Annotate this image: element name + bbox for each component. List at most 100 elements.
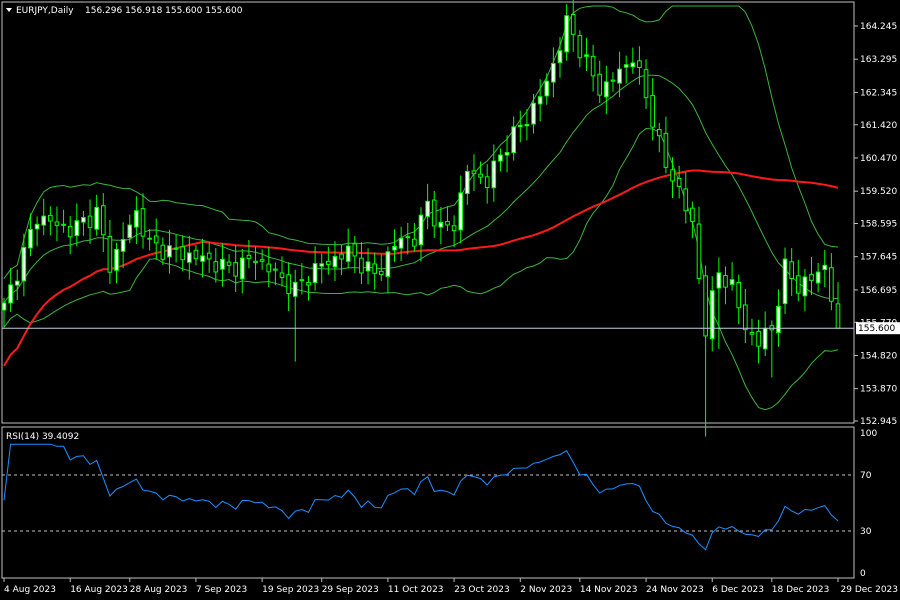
candle-body [551,63,556,83]
candle [378,254,384,281]
candle-body [385,251,391,277]
candle-body [663,132,669,168]
price-tick-label: 164.245 [860,22,897,32]
candle-body [729,279,735,285]
candle-body [498,154,503,162]
candle [716,257,722,349]
candle-body [127,224,133,239]
candle [48,206,53,236]
candle [743,288,748,344]
candle-body [709,290,715,340]
candle [795,259,801,302]
candle [1,297,7,328]
candle [14,269,20,301]
time-tick-label: 11 Oct 2023 [388,585,444,595]
candle-body [531,102,536,125]
dropdown-triangle-icon[interactable] [6,8,12,12]
candle-body [776,305,781,334]
candle-body [418,214,424,246]
candle [544,73,550,105]
price-tick-label: 163.295 [860,55,897,65]
price-tick-label: 162.345 [860,88,897,98]
trading-chart[interactable]: 164.245 163.295 162.345 161.420 160.470 159.5… [0,0,900,600]
price-tick-label: 156.695 [860,286,897,296]
candle-body [306,281,311,286]
candle [637,46,642,85]
candle [226,254,232,273]
rsi-panel: 100 70 30 0 [2,429,877,579]
candle [160,237,166,266]
candle [412,223,417,252]
candle [67,216,73,255]
candle [498,148,503,172]
candle [643,59,649,109]
candle-body [239,257,245,280]
candle [213,248,219,283]
candle [405,223,411,255]
candle [584,37,589,72]
candle [557,37,563,78]
candle-body [74,220,80,237]
candle [676,165,682,199]
candle-body [365,261,371,272]
candle-body [8,284,13,304]
candle-body [809,273,814,281]
candle-body [359,257,364,274]
time-tick-label: 19 Sep 2023 [262,585,319,595]
candle [206,241,212,273]
time-tick-label: 23 Oct 2023 [454,585,510,595]
candle [623,55,629,84]
candle-body [557,50,563,64]
candle-body [590,55,596,77]
candle-body [829,267,834,302]
candle [266,246,272,288]
candle [597,60,603,103]
candles [1,0,841,437]
candle [54,206,60,242]
candle-body [716,272,722,289]
candle [471,154,477,192]
candle [511,116,516,161]
candle [517,110,523,143]
candle-body [253,260,258,263]
candle-body [279,272,285,279]
candle-body [656,128,662,137]
candle-body [299,279,305,282]
candle-body [544,80,550,97]
candle-body [392,245,397,251]
candle [683,172,689,224]
candle [438,207,444,245]
time-tick-label: 14 Nov 2023 [580,585,638,595]
candle-body [491,160,497,189]
candle [8,267,13,313]
candle [762,311,768,357]
rsi-panel-frame [1,426,855,579]
candle [187,235,192,280]
candle-body [445,220,450,226]
time-axis: 4 Aug 2023 16 Aug 2023 28 Aug 2023 7 Sep 20… [3,578,898,595]
price-tick-label: 157.645 [860,253,897,263]
candle-body [54,221,60,226]
candle [372,252,377,290]
candle [193,245,199,266]
candle-body [749,331,755,335]
candle-body [193,249,199,260]
candle-body [21,246,27,282]
time-tick-label: 6 Dec 2023 [712,585,764,595]
candle [709,276,715,352]
candle-body [723,275,728,288]
candle-body [789,261,794,279]
candle [610,72,616,92]
price-axis: 164.245 163.295 162.345 161.420 160.470 159.5… [854,22,900,427]
candle [239,248,245,294]
candle-body [120,239,126,252]
candle [670,157,675,199]
candle-body [180,246,186,261]
candle [650,78,655,141]
candle-body [471,170,477,175]
candle-body [292,281,298,297]
candle-body [696,223,702,280]
candle [74,203,80,247]
candle [835,282,841,329]
candle-body [782,258,788,305]
